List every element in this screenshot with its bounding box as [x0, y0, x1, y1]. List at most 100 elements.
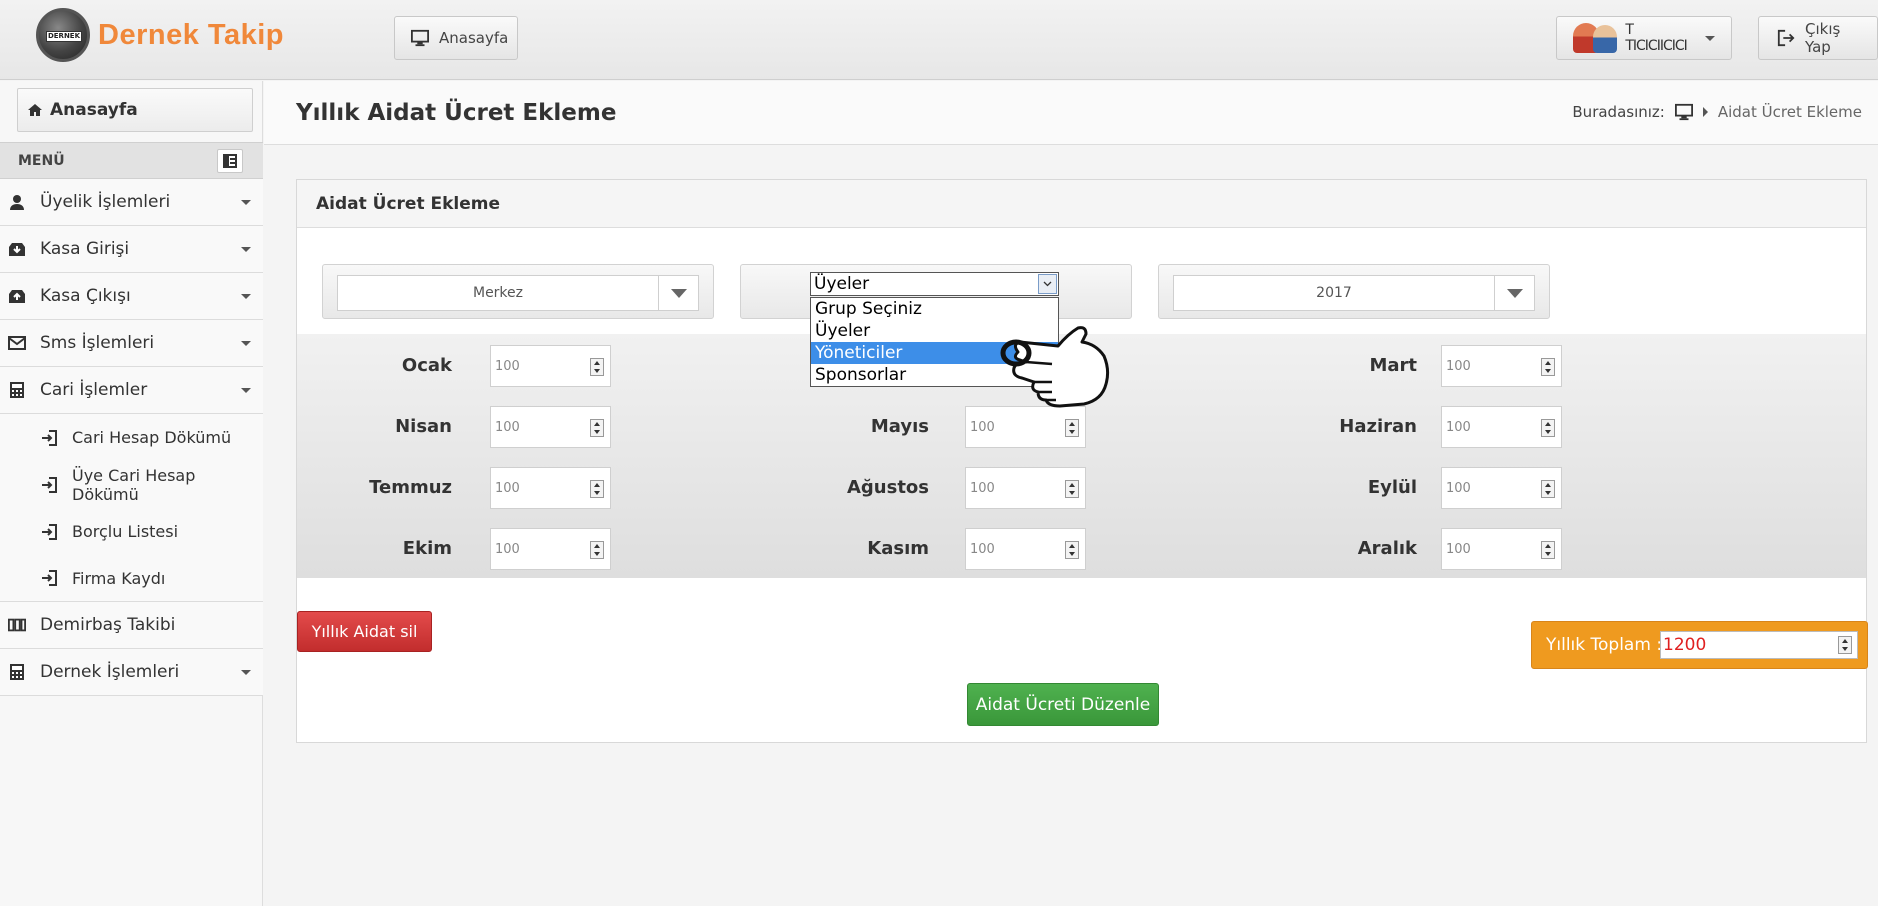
caret-down-icon: [241, 670, 251, 675]
user-avatar-icon: [1573, 21, 1617, 55]
yearly-total-box: Yıllık Toplam : 1200: [1531, 621, 1868, 669]
delete-yearly-fee-button[interactable]: Yıllık Aidat sil: [297, 611, 432, 652]
month-input-ekim[interactable]: 100: [490, 528, 611, 570]
top-bar: DERNEK Dernek Takip Anasayfa T TICICIICI…: [0, 0, 1878, 80]
caret-down-icon: [1705, 35, 1715, 41]
spinner-icon[interactable]: [1541, 480, 1555, 498]
sidebar-subitem-uye-cari[interactable]: Üye Cari Hesap Dökümü: [0, 461, 263, 508]
chevron-right-icon: [1702, 107, 1708, 117]
month-input-mart[interactable]: 100: [1441, 345, 1562, 387]
month-value: 100: [495, 419, 520, 435]
sign-in-icon: [40, 429, 58, 447]
month-input-mayis[interactable]: 100: [965, 406, 1086, 448]
sidebar-item-uyelik[interactable]: Üyelik İşlemleri: [0, 179, 263, 226]
sidebar-item-label: Cari İşlemler: [40, 380, 148, 400]
month-input-nisan[interactable]: 100: [490, 406, 611, 448]
sidebar-item-label: Kasa Çıkışı: [40, 286, 131, 306]
year-select[interactable]: 2017: [1173, 275, 1535, 311]
sidebar-home-button[interactable]: Anasayfa: [17, 88, 253, 132]
chevron-down-icon[interactable]: [1038, 274, 1057, 294]
month-value: 100: [1446, 541, 1471, 557]
month-input-temmuz[interactable]: 100: [490, 467, 611, 509]
month-input-haziran[interactable]: 100: [1441, 406, 1562, 448]
desktop-icon: [411, 29, 429, 47]
menu-collapse-button[interactable]: [217, 149, 243, 173]
spinner-icon[interactable]: [590, 480, 604, 498]
caret-down-icon: [241, 247, 251, 252]
sidebar-item-demirbas[interactable]: Demirbaş Takibi: [0, 602, 263, 649]
branch-select-wrapper: Merkez: [322, 264, 714, 319]
sign-in-icon: [40, 523, 58, 541]
group-select[interactable]: Üyeler: [810, 272, 1059, 296]
sidebar-item-label: Dernek İşlemleri: [40, 662, 180, 682]
month-label: Nisan: [395, 416, 452, 437]
month-value: 100: [495, 358, 520, 374]
app-logo[interactable]: DERNEK Dernek Takip: [36, 8, 284, 62]
sidebar-item-kasa-girisi[interactable]: Kasa Girişi: [0, 226, 263, 273]
month-input-eylul[interactable]: 100: [1441, 467, 1562, 509]
group-select-value: Üyeler: [814, 274, 870, 294]
month-input-kasim[interactable]: 100: [965, 528, 1086, 570]
calculator-icon: [8, 663, 26, 681]
month-value: 100: [970, 480, 995, 496]
sidebar-subitem-cari-hesap[interactable]: Cari Hesap Dökümü: [0, 414, 263, 461]
spinner-icon[interactable]: [1541, 541, 1555, 559]
spinner-icon[interactable]: [590, 358, 604, 376]
chevron-down-icon[interactable]: [1494, 276, 1534, 310]
caret-down-icon: [241, 200, 251, 205]
sign-out-icon: [1777, 29, 1795, 47]
chevron-down-icon[interactable]: [658, 276, 698, 310]
sidebar-item-dernek[interactable]: Dernek İşlemleri: [0, 649, 263, 696]
month-value: 100: [970, 419, 995, 435]
month-label: Temmuz: [369, 477, 452, 498]
spinner-icon[interactable]: [590, 419, 604, 437]
user-menu-button[interactable]: T TICICIICICI: [1556, 16, 1732, 60]
sidebar-menu: Üyelik İşlemleri Kasa Girişi Kasa Çıkışı…: [0, 179, 263, 696]
month-value: 100: [495, 541, 520, 557]
spinner-icon[interactable]: [1065, 541, 1079, 559]
logout-label: Çıkış Yap: [1805, 20, 1841, 56]
sidebar-item-sms[interactable]: Sms İşlemleri: [0, 320, 263, 367]
month-label: Ağustos: [846, 477, 929, 498]
pointer-hand-icon: [1000, 326, 1110, 408]
month-label: Ekim: [402, 538, 452, 559]
year-select-wrapper: 2017: [1158, 264, 1550, 319]
yearly-total-label: Yıllık Toplam :: [1546, 635, 1663, 655]
spinner-icon[interactable]: [1838, 636, 1852, 654]
sidebar-item-cari[interactable]: Cari İşlemler: [0, 367, 263, 414]
top-home-button[interactable]: Anasayfa: [394, 16, 518, 60]
spinner-icon[interactable]: [1541, 358, 1555, 376]
sidebar-item-label: Sms İşlemleri: [40, 333, 155, 353]
menu-header-label: MENÜ: [18, 152, 65, 169]
branch-select-value: Merkez: [472, 285, 524, 301]
sidebar-subitem-firma[interactable]: Firma Kaydı: [0, 555, 263, 602]
spinner-icon[interactable]: [1065, 419, 1079, 437]
inbox-out-icon: [8, 287, 26, 305]
dropdown-option[interactable]: Grup Seçiniz: [811, 298, 1058, 320]
month-value: 100: [495, 480, 520, 496]
yearly-total-input[interactable]: 1200: [1660, 631, 1858, 659]
month-value: 100: [1446, 419, 1471, 435]
month-input-aralik[interactable]: 100: [1441, 528, 1562, 570]
sidebar-home-label: Anasayfa: [50, 100, 138, 120]
envelope-icon: [8, 334, 26, 352]
sidebar-subitem-borclu[interactable]: Borçlu Listesi: [0, 508, 263, 555]
spinner-icon[interactable]: [1065, 480, 1079, 498]
month-label: Mart: [1369, 355, 1417, 376]
spinner-icon[interactable]: [590, 541, 604, 559]
caret-down-icon: [241, 388, 251, 393]
sidebar-subitem-label: Üye Cari Hesap Dökümü: [72, 465, 196, 504]
logout-button[interactable]: Çıkış Yap: [1758, 16, 1878, 60]
branch-select[interactable]: Merkez: [337, 275, 699, 311]
sign-in-icon: [40, 476, 58, 494]
spinner-icon[interactable]: [1541, 419, 1555, 437]
month-input-agustos[interactable]: 100: [965, 467, 1086, 509]
sidebar-item-kasa-cikisi[interactable]: Kasa Çıkışı: [0, 273, 263, 320]
home-icon: [26, 101, 44, 119]
edit-fee-button[interactable]: Aidat Ücreti Düzenle: [967, 683, 1159, 726]
sidebar-subitem-label: Cari Hesap Dökümü: [72, 428, 232, 447]
month-input-ocak[interactable]: 100: [490, 345, 611, 387]
barcode-icon: [8, 616, 26, 634]
desktop-icon[interactable]: [1674, 103, 1693, 121]
menu-header: MENÜ: [0, 142, 263, 179]
